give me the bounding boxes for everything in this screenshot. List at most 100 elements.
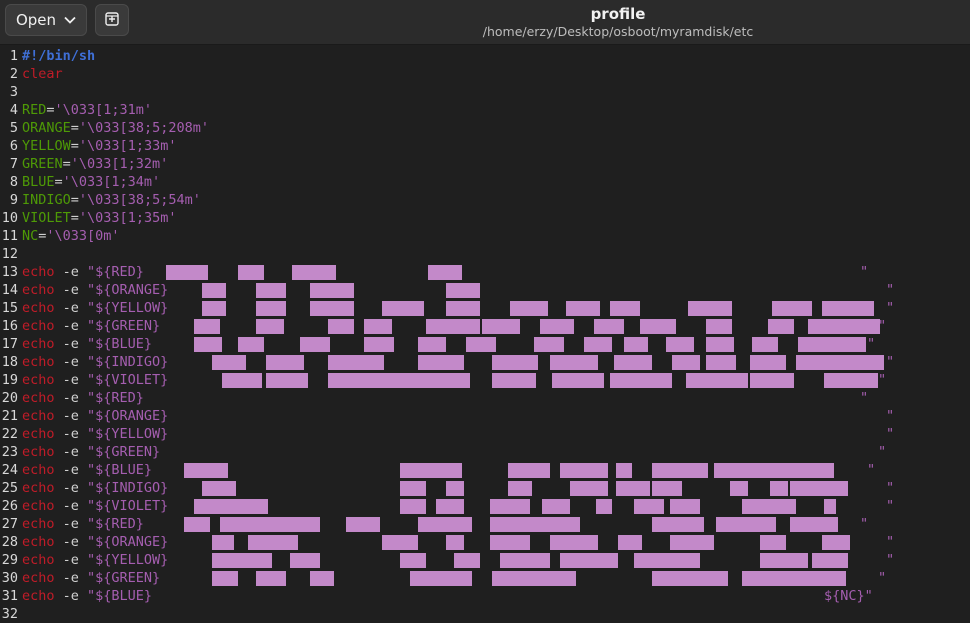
code-line[interactable]: YELLOW='\033[1;33m': [22, 137, 962, 155]
code-line[interactable]: BLUE='\033[1;34m': [22, 173, 962, 191]
code-line[interactable]: [22, 605, 962, 623]
code-line[interactable]: NC='\033[0m': [22, 227, 962, 245]
code-text[interactable]: #!/bin/sh clear RED='\033[1;31m' ORANGE='\0…: [22, 45, 962, 623]
code-line[interactable]: GREEN='\033[1;32m': [22, 155, 962, 173]
code-token: -e: [54, 372, 88, 388]
code-token: -e: [54, 462, 88, 478]
string-terminator: ": [886, 354, 895, 370]
code-line[interactable]: echo -e "${GREEN} ": [22, 317, 962, 335]
line-number: 29: [1, 552, 18, 568]
code-line[interactable]: echo -e "${RED} ": [22, 389, 962, 407]
string-terminator: ": [860, 516, 869, 532]
code-line[interactable]: echo -e "${VIOLET} ": [22, 371, 962, 389]
line-number: 18: [1, 354, 18, 370]
code-token: -e: [54, 390, 88, 406]
code-line[interactable]: echo -e "${BLUE} ": [22, 335, 962, 353]
editor-area[interactable]: 1 2 3 4 5 6 7 8 9 10 11 12 13 14 15 16 17 18 19 20 21 22 23 24 2…: [0, 45, 970, 622]
code-token: echo: [22, 534, 55, 550]
code-token: "${BLUE}: [87, 462, 153, 478]
string-terminator: ": [886, 282, 895, 298]
code-token: echo: [22, 444, 55, 460]
code-line[interactable]: echo -e "${BLUE} ": [22, 461, 962, 479]
open-button[interactable]: Open: [5, 4, 87, 36]
code-token: -e: [54, 534, 88, 550]
line-number: 16: [1, 318, 18, 334]
line-number: 27: [1, 516, 18, 532]
code-token: -e: [54, 354, 88, 370]
code-line[interactable]: ORANGE='\033[38;5;208m': [22, 119, 962, 137]
code-token: "${VIOLET}: [87, 498, 169, 514]
code-token: INDIGO: [22, 192, 71, 208]
code-token: '\033[1;35m': [78, 210, 177, 226]
line-number: 28: [1, 534, 18, 550]
code-token: RED: [22, 102, 47, 118]
code-token: =: [62, 156, 71, 172]
title-block: profile /home/erzy/Desktop/osboot/myramd…: [418, 4, 818, 40]
code-line[interactable]: echo -e "${YELLOW} ": [22, 299, 962, 317]
line-number: 17: [1, 336, 18, 352]
code-token: echo: [22, 318, 55, 334]
code-token: -e: [54, 498, 88, 514]
code-token: =: [70, 210, 79, 226]
line-number: 30: [1, 570, 18, 586]
code-line[interactable]: RED='\033[1;31m': [22, 101, 962, 119]
string-terminator: ": [860, 390, 869, 406]
code-line[interactable]: echo -e "${BLUE} ${NC}": [22, 587, 962, 605]
string-terminator: ": [867, 336, 876, 352]
string-terminator: ": [886, 426, 895, 442]
code-token: '\033[1;31m': [54, 102, 153, 118]
code-token: "${ORANGE}: [87, 408, 169, 424]
string-terminator: ": [867, 462, 876, 478]
code-line[interactable]: echo -e "${GREEN} ": [22, 443, 962, 461]
code-token: -e: [54, 300, 88, 316]
code-token: =: [70, 120, 79, 136]
code-token: BLUE: [22, 174, 55, 190]
line-number: 20: [1, 390, 18, 406]
code-line[interactable]: echo -e "${ORANGE} ": [22, 281, 962, 299]
code-line[interactable]: echo -e "${INDIGO} ": [22, 479, 962, 497]
code-line[interactable]: [22, 83, 962, 101]
document-title: profile: [590, 5, 646, 23]
code-line[interactable]: echo -e "${GREEN} ": [22, 569, 962, 587]
code-line[interactable]: clear: [22, 65, 962, 83]
code-token: '\033[38;5;208m': [78, 120, 209, 136]
code-token: ORANGE: [22, 120, 71, 136]
code-line[interactable]: VIOLET='\033[1;35m': [22, 209, 962, 227]
code-line[interactable]: echo -e "${ORANGE} ": [22, 533, 962, 551]
code-line[interactable]: echo -e "${VIOLET} ": [22, 497, 962, 515]
line-number: 12: [1, 246, 18, 262]
line-number: 10: [1, 210, 18, 226]
code-token: '\033[1;32m': [70, 156, 169, 172]
code-line[interactable]: #!/bin/sh: [22, 47, 962, 65]
code-token: -e: [54, 552, 88, 568]
code-token: -e: [54, 426, 88, 442]
code-line[interactable]: echo -e "${RED} ": [22, 263, 962, 281]
code-token: "${ORANGE}: [87, 534, 169, 550]
code-token: echo: [22, 354, 55, 370]
code-token: -e: [54, 480, 88, 496]
code-token: =: [70, 138, 79, 154]
code-token: "${INDIGO}: [87, 480, 169, 496]
code-line[interactable]: echo -e "${RED} ": [22, 515, 962, 533]
code-line[interactable]: echo -e "${YELLOW} ": [22, 551, 962, 569]
string-terminator: ": [886, 408, 895, 424]
code-line[interactable]: [22, 245, 962, 263]
new-tab-button[interactable]: [95, 4, 129, 36]
line-number: 3: [9, 84, 18, 100]
line-number: 32: [1, 606, 18, 622]
code-line[interactable]: echo -e "${INDIGO} ": [22, 353, 962, 371]
code-line[interactable]: echo -e "${ORANGE} ": [22, 407, 962, 425]
code-token: -e: [54, 588, 88, 604]
code-token: echo: [22, 264, 55, 280]
code-line[interactable]: INDIGO='\033[38;5;54m': [22, 191, 962, 209]
line-number: 26: [1, 498, 18, 514]
line-number: 1: [9, 48, 18, 64]
line-number: 31: [1, 588, 18, 604]
string-terminator: ": [860, 264, 869, 280]
code-token: "${YELLOW}: [87, 300, 169, 316]
code-line[interactable]: echo -e "${YELLOW} ": [22, 425, 962, 443]
code-token: "${GREEN}: [87, 444, 161, 460]
code-token: "${RED}: [87, 516, 144, 532]
code-token: echo: [22, 408, 55, 424]
code-token: "${RED}: [87, 264, 144, 280]
